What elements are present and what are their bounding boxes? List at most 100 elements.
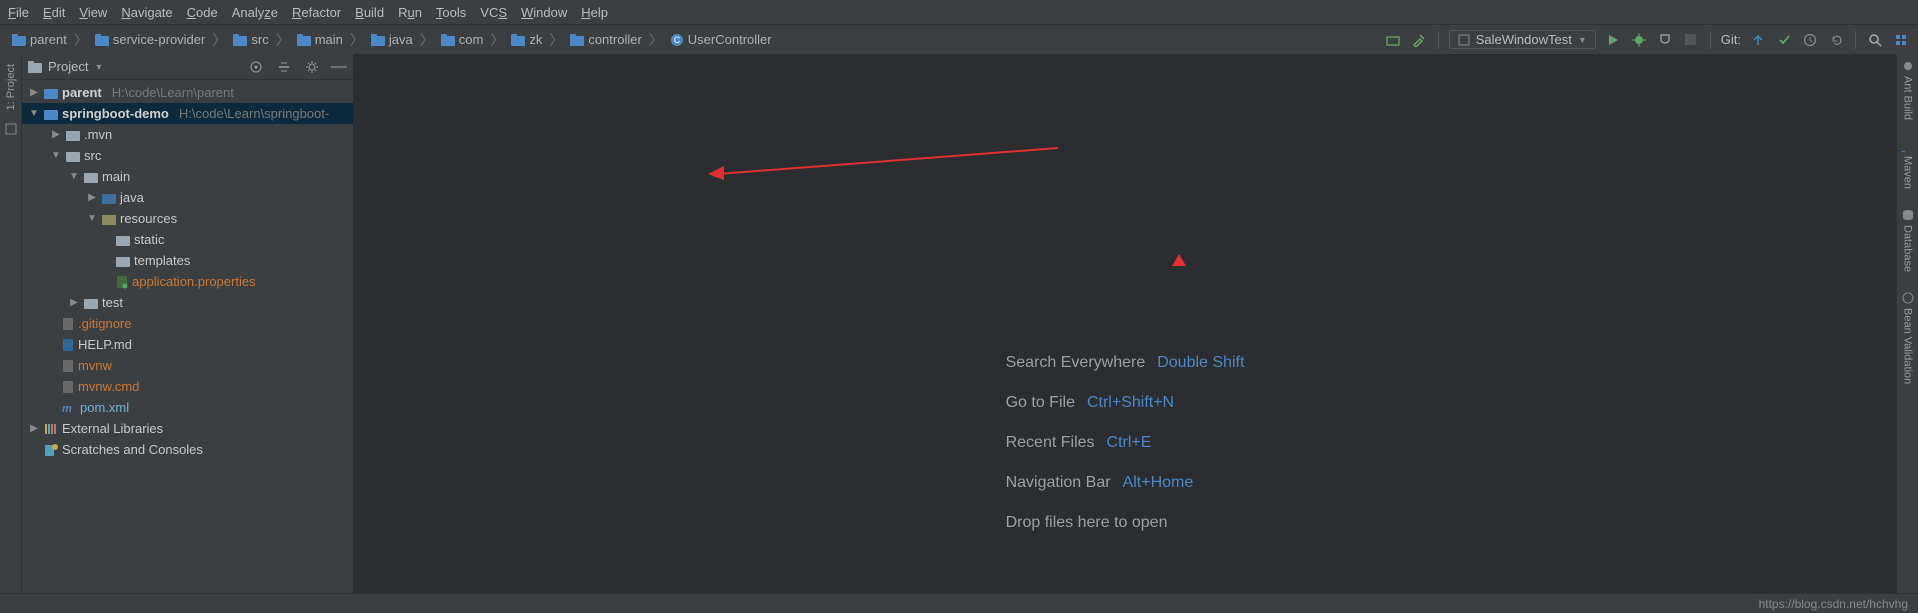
ide-settings-button[interactable] xyxy=(1892,31,1910,49)
tree-node-pom[interactable]: mpom.xml xyxy=(22,397,353,418)
tree-node-application-properties[interactable]: application.properties xyxy=(22,271,353,292)
hammer-icon[interactable] xyxy=(1410,31,1428,49)
maven-icon: m xyxy=(1902,140,1914,152)
vcs-history-button[interactable] xyxy=(1801,31,1819,49)
crumb-parent[interactable]: parent xyxy=(8,32,71,47)
crumb-usercontroller[interactable]: C UserController xyxy=(666,32,776,47)
collapse-arrow-icon[interactable]: ▼ xyxy=(68,171,80,182)
vcs-update-button[interactable] xyxy=(1749,31,1767,49)
menu-analyze[interactable]: Analyze xyxy=(232,5,278,20)
debug-button[interactable] xyxy=(1630,31,1648,49)
menu-edit[interactable]: Edit xyxy=(43,5,65,20)
crumb-label: zk xyxy=(529,32,542,47)
expand-arrow-icon[interactable]: ▶ xyxy=(28,423,40,434)
menu-build[interactable]: Build xyxy=(355,5,384,20)
menu-window[interactable]: Window xyxy=(521,5,567,20)
crumb-service-provider[interactable]: service-provider xyxy=(91,32,209,47)
node-label: .mvn xyxy=(84,127,112,142)
folder-icon xyxy=(441,34,455,46)
folder-icon xyxy=(84,297,98,309)
node-label: HELP.md xyxy=(78,337,132,352)
chevron-right-icon: 〉 xyxy=(490,30,504,50)
maven-tool-button[interactable]: mMaven xyxy=(1902,140,1914,189)
tree-node-mvnw[interactable]: mvnw xyxy=(22,355,353,376)
hint-drop-files: Drop files here to open xyxy=(1006,514,1245,532)
crumb-com[interactable]: com xyxy=(437,32,488,47)
hint-label: Recent Files xyxy=(1006,434,1095,452)
tree-node-main[interactable]: ▼ main xyxy=(22,166,353,187)
project-panel-title[interactable]: Project ▼ xyxy=(28,59,103,74)
ant-build-tool-button[interactable]: Ant Build xyxy=(1902,60,1914,120)
tree-node-helpmd[interactable]: HELP.md xyxy=(22,334,353,355)
tree-node-templates[interactable]: templates xyxy=(22,250,353,271)
crumb-java[interactable]: java xyxy=(367,32,417,47)
menu-navigate[interactable]: Navigate xyxy=(121,5,172,20)
hint-navigation-bar: Navigation BarAlt+Home xyxy=(1006,474,1245,492)
node-label: main xyxy=(102,169,130,184)
menu-tools[interactable]: Tools xyxy=(436,5,466,20)
run-config-dropdown[interactable]: SaleWindowTest ▼ xyxy=(1449,30,1596,49)
chevron-down-icon: ▼ xyxy=(94,62,103,72)
folder-icon xyxy=(371,34,385,46)
tree-node-java[interactable]: ▶java xyxy=(22,187,353,208)
project-tool-button[interactable]: 1: Project xyxy=(5,64,17,110)
project-tree[interactable]: ▶ parent H:\code\Learn\parent ▼ springbo… xyxy=(22,80,353,593)
menu-view[interactable]: View xyxy=(79,5,107,20)
crumb-label: com xyxy=(459,32,484,47)
tree-node-scratches[interactable]: Scratches and Consoles xyxy=(22,439,353,460)
collapse-arrow-icon[interactable]: ▼ xyxy=(86,213,98,224)
database-tool-button[interactable]: Database xyxy=(1902,209,1914,272)
crumb-src[interactable]: src xyxy=(229,32,272,47)
chevron-right-icon: 〉 xyxy=(549,30,563,50)
libraries-icon xyxy=(44,422,58,436)
menu-run[interactable]: Run xyxy=(398,5,422,20)
crumb-zk[interactable]: zk xyxy=(507,32,546,47)
tree-node-src[interactable]: ▼src xyxy=(22,145,353,166)
tree-node-mvnwcmd[interactable]: mvnw.cmd xyxy=(22,376,353,397)
run-button[interactable] xyxy=(1604,31,1622,49)
chevron-right-icon: 〉 xyxy=(350,30,364,50)
tree-node-springboot-demo[interactable]: ▼ springboot-demo H:\code\Learn\springbo… xyxy=(22,103,353,124)
md-file-icon xyxy=(62,338,74,352)
settings-button[interactable] xyxy=(303,58,321,76)
crumb-main[interactable]: main xyxy=(293,32,347,47)
crumb-controller[interactable]: controller xyxy=(566,32,645,47)
run-coverage-button[interactable] xyxy=(1656,31,1674,49)
tree-node-resources[interactable]: ▼resources xyxy=(22,208,353,229)
expand-arrow-icon[interactable]: ▶ xyxy=(68,297,80,308)
expand-arrow-icon[interactable]: ▶ xyxy=(28,87,40,98)
bean-validation-tool-button[interactable]: Bean Validation xyxy=(1902,292,1914,384)
stop-button[interactable] xyxy=(1682,31,1700,49)
node-label: mvnw xyxy=(78,358,112,373)
database-icon xyxy=(1902,209,1914,221)
hint-shortcut: Ctrl+Shift+N xyxy=(1087,394,1174,412)
menu-help[interactable]: Help xyxy=(581,5,608,20)
build-icon[interactable] xyxy=(1384,31,1402,49)
tree-node-gitignore[interactable]: .gitignore xyxy=(22,313,353,334)
hide-button[interactable]: — xyxy=(331,62,347,72)
expand-all-button[interactable] xyxy=(275,58,293,76)
vcs-revert-button[interactable] xyxy=(1827,31,1845,49)
left-tool-strip: 1: Project xyxy=(0,54,22,593)
tree-node-external-libraries[interactable]: ▶External Libraries xyxy=(22,418,353,439)
tree-node-parent[interactable]: ▶ parent H:\code\Learn\parent xyxy=(22,82,353,103)
menu-refactor[interactable]: Refactor xyxy=(292,5,341,20)
tool-label: Bean Validation xyxy=(1902,308,1914,384)
tree-node-test[interactable]: ▶test xyxy=(22,292,353,313)
file-icon xyxy=(62,380,74,394)
expand-arrow-icon[interactable]: ▶ xyxy=(86,192,98,203)
hint-recent-files: Recent FilesCtrl+E xyxy=(1006,434,1245,452)
node-path: H:\code\Learn\parent xyxy=(112,85,234,100)
tree-node-mvn[interactable]: ▶ .mvn xyxy=(22,124,353,145)
menu-code[interactable]: Code xyxy=(187,5,218,20)
menu-vcs[interactable]: VCS xyxy=(480,5,507,20)
locate-button[interactable] xyxy=(247,58,265,76)
collapse-arrow-icon[interactable]: ▼ xyxy=(50,150,62,161)
structure-tool-icon[interactable] xyxy=(4,122,18,136)
collapse-arrow-icon[interactable]: ▼ xyxy=(28,108,40,119)
expand-arrow-icon[interactable]: ▶ xyxy=(50,129,62,140)
menu-file[interactable]: File xyxy=(8,5,29,20)
vcs-commit-button[interactable] xyxy=(1775,31,1793,49)
search-button[interactable] xyxy=(1866,31,1884,49)
tree-node-static[interactable]: static xyxy=(22,229,353,250)
